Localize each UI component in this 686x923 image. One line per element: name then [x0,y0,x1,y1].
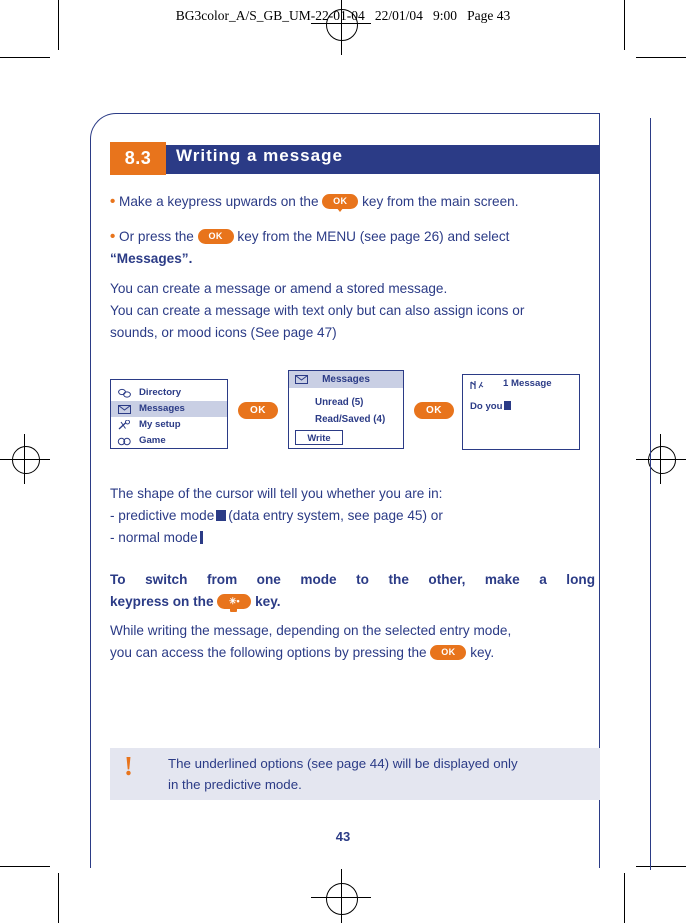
envelope-icon-svg [118,405,131,414]
normal-cursor-glyph [199,531,204,544]
crop-mark-bottom-left-v [58,873,59,923]
text-cursor-block [503,401,511,410]
messages-softkey-write: Write [295,430,343,445]
envelope-icon-svg [295,375,308,384]
cursor-shape-line3: - normal mode [110,530,198,545]
phone-screen-compose: 1 Message Do you [462,374,580,450]
messages-item-unread: Unread (5) [315,397,364,408]
bullet-1-post: key from the main screen. [362,194,519,209]
exclamation-icon: ! [124,751,133,781]
registration-mark-right-cross-v [660,434,661,484]
tools-icon-svg [118,419,130,430]
cursor-shape-line2-pre: - predictive mode [110,508,215,523]
directory-icon-svg [118,388,131,398]
crop-mark-left-h-bottom [0,866,50,867]
signal-icon [469,379,491,390]
document-right-rule-outer [650,118,652,870]
options-line2-post: key. [470,645,495,660]
registration-mark-left-cross-h [0,459,50,460]
ok-button-step-1: OK [238,402,278,419]
switch-mode-line2-pre: keypress on the [110,594,214,609]
menu-item-my-setup: My setup [111,417,227,433]
paragraph-intro: You can create a message or amend a stor… [110,278,590,344]
envelope-icon [294,374,310,385]
options-line1: While writing the message, depending on … [110,623,512,638]
crop-mark-right-h-top [636,57,686,58]
paragraph-intro-line2: You can create a message with text only … [110,303,525,318]
crop-mark-right-h-bottom [636,866,686,867]
game-icon [117,436,133,447]
messages-screen-title-bar: Messages [289,371,403,388]
switch-mode-line1: To switch from one mode to the other, ma… [110,572,595,587]
ok-key-glyph: OK [430,644,467,660]
compose-text-value: Do you [470,401,503,412]
compose-screen-text: Do you [470,401,511,412]
menu-item-messages-label: Messages [139,403,185,414]
paragraph-intro-line1: You can create a message or amend a stor… [110,281,448,296]
registration-mark-left-cross-v [24,434,25,484]
print-header-text: BG3color_A/S_GB_UM-22-01-04 22/01/04 9:0… [175,8,511,23]
registration-mark-bottom [326,883,358,915]
bullet-marker: • [110,228,116,245]
paragraph-cursor-shape: The shape of the cursor will tell you wh… [110,483,590,549]
crop-mark-left-h-top [0,57,50,58]
phone-screen-messages: Messages Unread (5) Read/Saved (4) Write [288,370,404,449]
envelope-icon [117,404,133,415]
ok-key-glyph: OK [197,228,234,244]
registration-mark-right-cross-h [636,459,686,460]
tools-icon [117,419,133,431]
game-icon-svg [117,437,131,446]
paragraph-intro-line3: sounds, or mood icons (See page 47) [110,325,337,340]
ok-key-glyph: OK [322,193,359,212]
bullet-1-pre: Make a keypress upwards on the [119,194,319,209]
bullet-item-2: • Or press the OK key from the MENU (see… [110,226,590,270]
cursor-shape-line1: The shape of the cursor will tell you wh… [110,486,443,501]
paragraph-options: While writing the message, depending on … [110,620,592,664]
bullet-2-post: key from the MENU (see page 26) and sele… [237,229,510,244]
menu-item-directory-label: Directory [139,387,182,398]
signal-icon-svg [470,381,484,389]
menu-item-messages: Messages [111,401,227,417]
paragraph-switch-mode: To switch from one mode to the other, ma… [110,569,595,613]
directory-icon [117,388,133,399]
switch-mode-line2-post: key. [255,594,281,609]
predictive-cursor-glyph [216,510,227,521]
menu-item-my-setup-label: My setup [139,419,181,430]
star-key-glyph: ✳• [217,593,252,612]
bullet-marker: • [110,193,116,210]
messages-screen-title: Messages [322,374,370,385]
compose-screen-title: 1 Message [503,378,552,389]
bullet-item-1: • Make a keypress upwards on the OK key … [110,191,590,213]
registration-mark-right [648,446,676,474]
section-number: 8.3 [110,142,166,175]
registration-mark-bottom-cross-v [341,869,342,923]
page-number: 43 [335,829,351,844]
ok-button-step-2: OK [414,402,454,419]
compose-screen-statusbar: 1 Message [463,375,579,395]
note-line2: in the predictive mode. [168,777,302,792]
page-title: Writing a message [176,146,343,165]
messages-item-read-saved: Read/Saved (4) [315,414,386,425]
bullet-2-pre: Or press the [119,229,194,244]
page-canvas: BG3color_A/S_GB_UM-22-01-04 22/01/04 9:0… [0,0,686,923]
registration-mark-left [12,446,40,474]
bullet-2-post2: “Messages”. [110,251,193,266]
crop-mark-bottom-right-v [624,873,625,923]
lock-icon [230,605,238,612]
options-line2-pre: you can access the following options by … [110,645,427,660]
menu-item-game-label: Game [139,435,166,446]
cursor-shape-line2-post: (data entry system, see page 45) or [228,508,443,523]
phone-screen-menu: Directory Messages My setup Game [110,379,228,449]
menu-item-directory: Directory [111,385,227,401]
note-callout-text: The underlined options (see page 44) wil… [168,753,588,795]
note-line1: The underlined options (see page 44) wil… [168,756,518,771]
menu-item-game: Game [111,433,227,449]
